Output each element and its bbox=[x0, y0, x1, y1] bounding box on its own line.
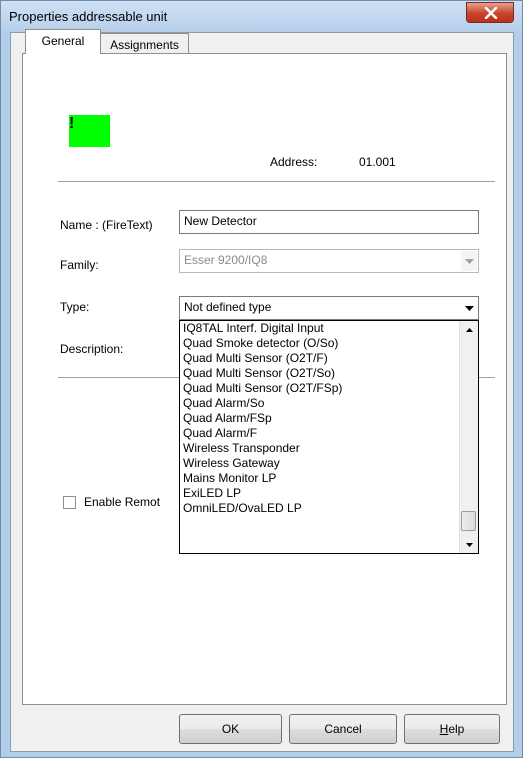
type-select-value: Not defined type bbox=[184, 300, 272, 314]
close-button[interactable] bbox=[466, 2, 514, 23]
enable-remote-label[interactable]: Enable Remot bbox=[84, 495, 160, 509]
ok-button[interactable]: OK bbox=[179, 714, 282, 744]
scroll-up-icon[interactable] bbox=[460, 321, 478, 338]
type-select[interactable]: Not defined type bbox=[179, 296, 479, 320]
list-item[interactable]: Quad Multi Sensor (O2T/FSp) bbox=[180, 381, 478, 396]
list-item[interactable]: Quad Smoke detector (O/So) bbox=[180, 336, 478, 351]
family-label: Family: bbox=[60, 258, 99, 272]
scrollbar-thumb[interactable] bbox=[461, 511, 476, 531]
list-item[interactable]: Quad Multi Sensor (O2T/So) bbox=[180, 366, 478, 381]
list-item[interactable]: Quad Alarm/F bbox=[180, 426, 478, 441]
dropdown-scrollbar[interactable] bbox=[459, 321, 478, 553]
address-value: 01.001 bbox=[359, 155, 396, 169]
family-select[interactable]: Esser 9200/IQ8 bbox=[179, 249, 479, 273]
list-item[interactable]: Quad Alarm/So bbox=[180, 396, 478, 411]
separator-top bbox=[58, 181, 495, 183]
tab-assignments[interactable]: Assignments bbox=[101, 33, 189, 55]
close-icon bbox=[484, 7, 498, 19]
list-item[interactable]: Quad Multi Sensor (O2T/F) bbox=[180, 351, 478, 366]
list-item[interactable]: IQ8TAL Interf. Digital Input bbox=[180, 321, 478, 336]
description-label: Description: bbox=[60, 342, 124, 356]
name-label: Name : (FireText) bbox=[60, 218, 153, 232]
list-item[interactable]: Quad Alarm/FSp bbox=[180, 411, 478, 426]
enable-remote-checkbox[interactable] bbox=[63, 496, 76, 509]
help-button-label: Help bbox=[439, 722, 465, 736]
list-item[interactable]: Wireless Gateway bbox=[180, 456, 478, 471]
status-warning-icon: ! bbox=[69, 115, 110, 147]
family-select-value: Esser 9200/IQ8 bbox=[184, 253, 268, 267]
help-button[interactable]: Help bbox=[404, 714, 500, 744]
exclamation-glyph: ! bbox=[69, 115, 75, 132]
chevron-down-icon[interactable] bbox=[461, 298, 477, 318]
list-item[interactable]: ExiLED LP bbox=[180, 486, 478, 501]
title-bar[interactable]: Properties addressable unit bbox=[1, 1, 522, 31]
type-dropdown-items: IQ8TAL Interf. Digital Input Quad Smoke … bbox=[180, 321, 478, 516]
chevron-down-icon bbox=[461, 251, 477, 271]
list-item[interactable]: Wireless Transponder bbox=[180, 441, 478, 456]
type-dropdown-list[interactable]: IQ8TAL Interf. Digital Input Quad Smoke … bbox=[179, 320, 479, 554]
type-label: Type: bbox=[60, 300, 90, 314]
window-title: Properties addressable unit bbox=[9, 9, 168, 24]
tab-general[interactable]: General bbox=[25, 29, 101, 54]
list-item[interactable]: OmniLED/OvaLED LP bbox=[180, 501, 478, 516]
address-label: Address: bbox=[270, 155, 318, 169]
name-input[interactable]: New Detector bbox=[179, 210, 479, 234]
list-item[interactable]: Mains Monitor LP bbox=[180, 471, 478, 486]
cancel-button[interactable]: Cancel bbox=[289, 714, 397, 744]
scroll-down-icon[interactable] bbox=[460, 536, 478, 553]
